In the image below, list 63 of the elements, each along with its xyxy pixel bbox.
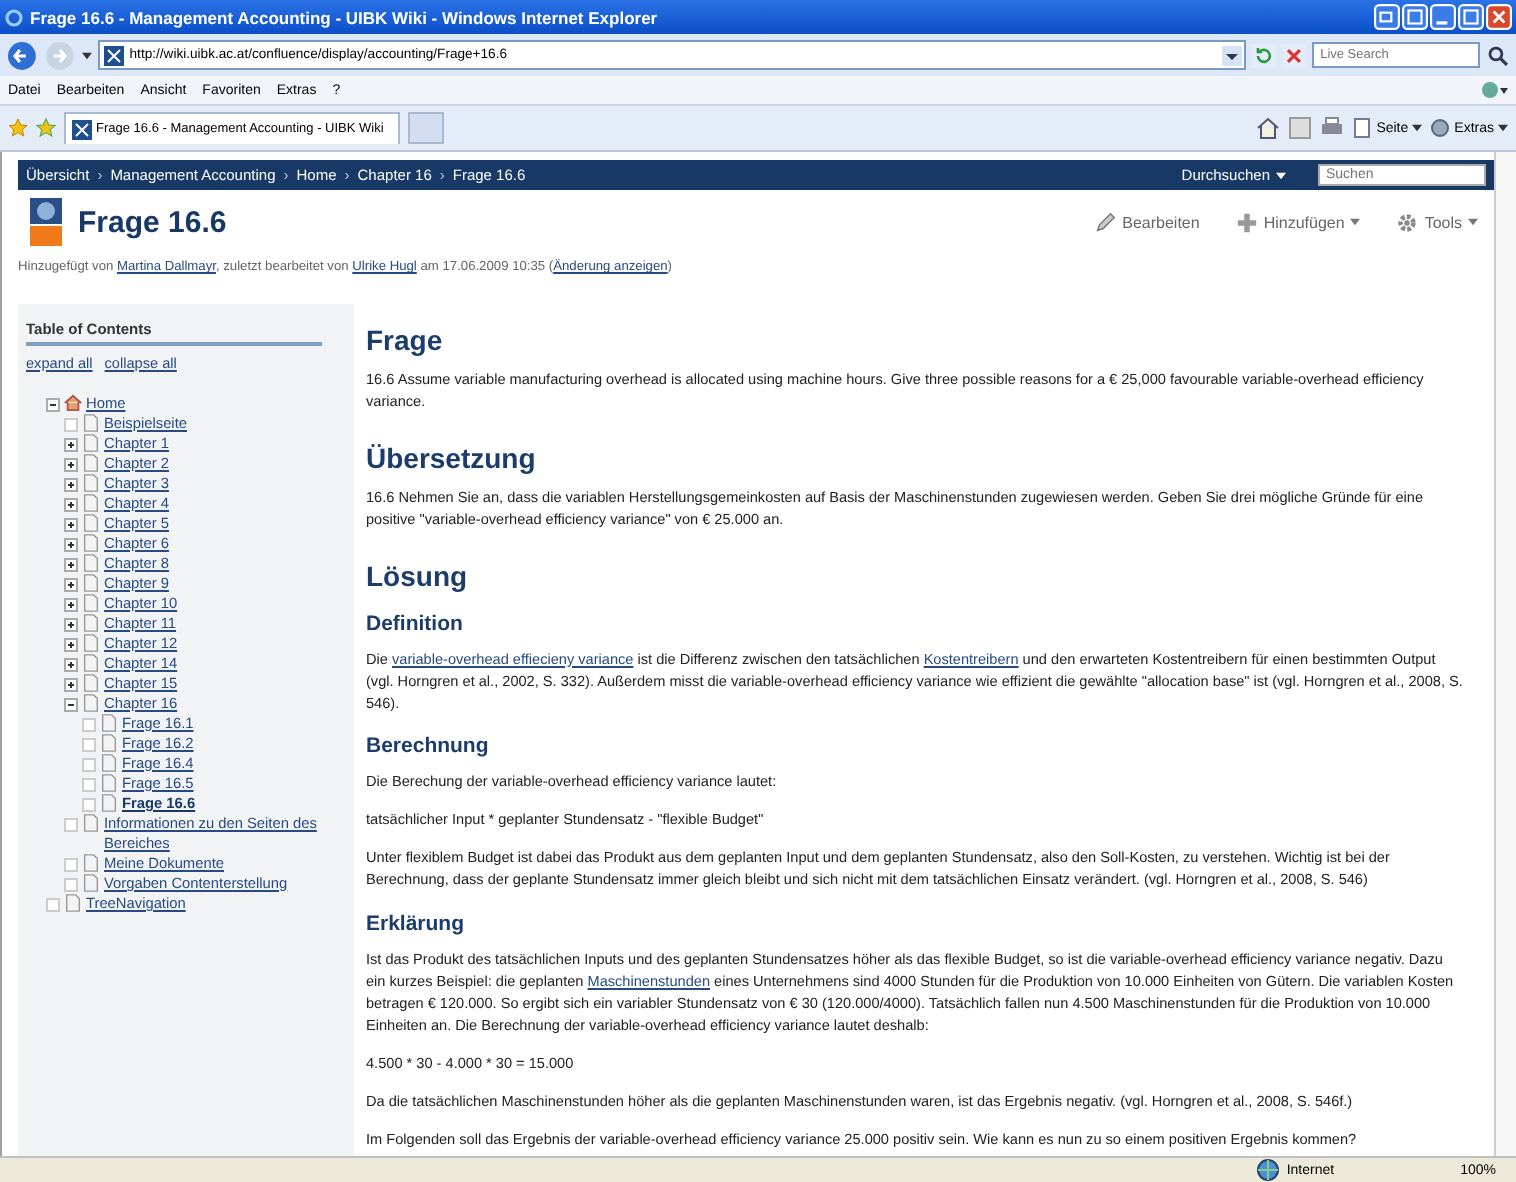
- tree-node-marker: [46, 897, 60, 912]
- expand-toggle[interactable]: [64, 617, 78, 632]
- collapse-toggle[interactable]: [64, 697, 78, 712]
- page-action-button[interactable]: Bearbeiten: [1094, 211, 1200, 233]
- section-heading: Lösung: [366, 559, 470, 592]
- search-icon[interactable]: [1486, 43, 1510, 67]
- browser-logo-icon: [4, 7, 24, 27]
- expand-toggle[interactable]: [64, 577, 78, 592]
- scrollbar[interactable]: [1494, 152, 1516, 1156]
- collapse-toggle[interactable]: [46, 397, 60, 412]
- expand-toggle[interactable]: [64, 597, 78, 612]
- close-icon[interactable]: [1486, 4, 1512, 30]
- caret-icon: [1276, 171, 1286, 179]
- caret-icon: [1412, 124, 1423, 132]
- tile-icon[interactable]: [1402, 4, 1428, 30]
- expand-toggle[interactable]: [64, 477, 78, 492]
- caret-icon: [1468, 218, 1478, 226]
- page-title: Frage 16.6: [78, 205, 227, 239]
- toolbar-icon[interactable]: [1480, 80, 1508, 100]
- minimize-icon[interactable]: [1430, 4, 1456, 30]
- home-icon: [64, 394, 82, 413]
- space-logo-icon: [30, 198, 62, 246]
- tree-node-marker: [82, 777, 96, 792]
- pencil-icon: [1094, 211, 1117, 233]
- tree-node-marker: [82, 797, 96, 812]
- dropdown-icon[interactable]: [1222, 45, 1243, 65]
- tree-node-marker: [64, 417, 78, 432]
- page-action-button[interactable]: Hinzufügen: [1235, 211, 1361, 233]
- back-icon[interactable]: [6, 39, 38, 71]
- subsection-heading: Definition: [366, 611, 465, 636]
- subsection-heading: Berechnung: [366, 734, 491, 759]
- caret-icon[interactable]: [81, 51, 92, 59]
- restore-icon[interactable]: [1374, 4, 1400, 30]
- tree-node-marker: [82, 717, 96, 732]
- plus-icon: [1235, 211, 1258, 233]
- refresh-icon[interactable]: [1252, 43, 1277, 67]
- expand-toggle[interactable]: [64, 437, 78, 452]
- favorites-star-icon[interactable]: [8, 118, 28, 138]
- tree-node-marker: [82, 737, 96, 752]
- window-title: Frage 16.6 - Management Accounting - UIBK Wiki - Windows Internet Explorer: [30, 7, 658, 27]
- expand-toggle[interactable]: [64, 537, 78, 552]
- caret-icon: [1350, 218, 1361, 226]
- expand-toggle[interactable]: [64, 677, 78, 692]
- expand-toggle[interactable]: [64, 517, 78, 532]
- page-action-button[interactable]: Tools: [1396, 211, 1478, 233]
- maximize-icon[interactable]: [1458, 4, 1484, 30]
- home-icon[interactable]: [1256, 116, 1281, 140]
- expand-toggle[interactable]: [64, 457, 78, 472]
- tree-node-marker: [64, 817, 78, 832]
- caret-icon: [1498, 124, 1508, 132]
- tree-node-marker: [82, 757, 96, 772]
- expand-toggle[interactable]: [64, 637, 78, 652]
- expand-toggle[interactable]: [64, 557, 78, 572]
- stop-icon[interactable]: [1282, 43, 1307, 67]
- expand-toggle[interactable]: [64, 497, 78, 512]
- section-heading: Übersetzung: [366, 441, 538, 474]
- subsection-heading: Erklärung: [366, 912, 467, 937]
- tree-node-marker: [64, 857, 78, 872]
- section-heading: Frage: [366, 323, 445, 356]
- globe-icon: [1256, 1158, 1281, 1182]
- tree-node-marker: [64, 877, 78, 892]
- expand-toggle[interactable]: [64, 657, 78, 672]
- printer-icon[interactable]: [1320, 116, 1345, 140]
